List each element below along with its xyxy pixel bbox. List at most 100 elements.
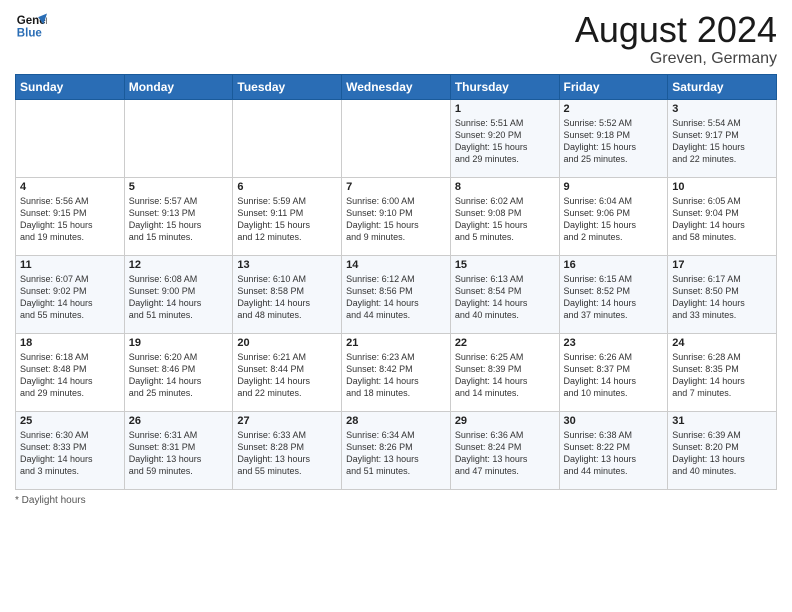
svg-text:Blue: Blue <box>17 28 43 40</box>
day-cell: 16 Sunrise: 6:15 AM Sunset: 8:52 PM Dayli… <box>559 255 668 333</box>
day-info: Sunrise: 5:59 AM Sunset: 9:11 PM Dayligh… <box>237 195 337 244</box>
title-block: August 2024 Greven, Germany <box>575 10 777 68</box>
day-info: Sunrise: 6:38 AM Sunset: 8:22 PM Dayligh… <box>564 429 664 478</box>
day-cell: 9 Sunrise: 6:04 AM Sunset: 9:06 PM Daylig… <box>559 177 668 255</box>
day-cell: 28 Sunrise: 6:34 AM Sunset: 8:26 PM Dayli… <box>342 411 451 489</box>
day-cell: 15Sunrise: 6:13 AM Sunset: 8:54 PM Dayli… <box>450 255 559 333</box>
day-cell: 18 Sunrise: 6:18 AM Sunset: 8:48 PM Dayli… <box>16 333 125 411</box>
day-number: 13 <box>237 259 337 271</box>
day-cell: 7Sunrise: 6:00 AM Sunset: 9:10 PM Daylig… <box>342 177 451 255</box>
week-row-2: 4 Sunrise: 5:56 AM Sunset: 9:15 PM Daylig… <box>16 177 777 255</box>
day-number: 17 <box>672 259 772 271</box>
day-cell <box>233 99 342 177</box>
day-info: Sunrise: 5:54 AM Sunset: 9:17 PM Dayligh… <box>672 117 772 166</box>
day-cell: 12 Sunrise: 6:08 AM Sunset: 9:00 PM Dayli… <box>124 255 233 333</box>
day-info: Sunrise: 6:33 AM Sunset: 8:28 PM Dayligh… <box>237 429 337 478</box>
week-row-1: 1Sunrise: 5:51 AM Sunset: 9:20 PM Daylig… <box>16 99 777 177</box>
day-number: 18 <box>20 337 120 349</box>
header-cell-tuesday: Tuesday <box>233 74 342 99</box>
day-cell: 24Sunrise: 6:28 AM Sunset: 8:35 PM Dayli… <box>668 333 777 411</box>
day-cell: 21Sunrise: 6:23 AM Sunset: 8:42 PM Dayli… <box>342 333 451 411</box>
day-info: Sunrise: 6:21 AM Sunset: 8:44 PM Dayligh… <box>237 351 337 400</box>
day-number: 5 <box>129 181 229 193</box>
week-row-4: 18 Sunrise: 6:18 AM Sunset: 8:48 PM Dayli… <box>16 333 777 411</box>
day-info: Sunrise: 6:00 AM Sunset: 9:10 PM Dayligh… <box>346 195 446 244</box>
day-info: Sunrise: 6:02 AM Sunset: 9:08 PM Dayligh… <box>455 195 555 244</box>
day-number: 20 <box>237 337 337 349</box>
day-number: 15 <box>455 259 555 271</box>
day-cell: 27 Sunrise: 6:33 AM Sunset: 8:28 PM Dayli… <box>233 411 342 489</box>
week-row-3: 11 Sunrise: 6:07 AM Sunset: 9:02 PM Dayli… <box>16 255 777 333</box>
day-number: 26 <box>129 415 229 427</box>
day-info: Sunrise: 6:34 AM Sunset: 8:26 PM Dayligh… <box>346 429 446 478</box>
day-cell: 30 Sunrise: 6:38 AM Sunset: 8:22 PM Dayli… <box>559 411 668 489</box>
header: General Blue August 2024 Greven, Germany <box>15 10 777 68</box>
day-info: Sunrise: 6:10 AM Sunset: 8:58 PM Dayligh… <box>237 273 337 322</box>
day-number: 2 <box>564 103 664 115</box>
week-row-5: 25Sunrise: 6:30 AM Sunset: 8:33 PM Dayli… <box>16 411 777 489</box>
day-cell: 26 Sunrise: 6:31 AM Sunset: 8:31 PM Dayli… <box>124 411 233 489</box>
day-cell: 22 Sunrise: 6:25 AM Sunset: 8:39 PM Dayli… <box>450 333 559 411</box>
day-cell: 10Sunrise: 6:05 AM Sunset: 9:04 PM Dayli… <box>668 177 777 255</box>
day-cell: 1Sunrise: 5:51 AM Sunset: 9:20 PM Daylig… <box>450 99 559 177</box>
day-cell: 8 Sunrise: 6:02 AM Sunset: 9:08 PM Daylig… <box>450 177 559 255</box>
page: General Blue August 2024 Greven, Germany… <box>0 0 792 612</box>
day-number: 12 <box>129 259 229 271</box>
day-number: 22 <box>455 337 555 349</box>
day-info: Sunrise: 6:18 AM Sunset: 8:48 PM Dayligh… <box>20 351 120 400</box>
day-info: Sunrise: 6:31 AM Sunset: 8:31 PM Dayligh… <box>129 429 229 478</box>
day-info: Sunrise: 6:04 AM Sunset: 9:06 PM Dayligh… <box>564 195 664 244</box>
day-info: Sunrise: 5:51 AM Sunset: 9:20 PM Dayligh… <box>455 117 555 166</box>
day-info: Sunrise: 5:56 AM Sunset: 9:15 PM Dayligh… <box>20 195 120 244</box>
day-cell: 3 Sunrise: 5:54 AM Sunset: 9:17 PM Daylig… <box>668 99 777 177</box>
day-number: 25 <box>20 415 120 427</box>
day-cell: 6Sunrise: 5:59 AM Sunset: 9:11 PM Daylig… <box>233 177 342 255</box>
day-number: 19 <box>129 337 229 349</box>
day-number: 27 <box>237 415 337 427</box>
day-number: 4 <box>20 181 120 193</box>
month-title: August 2024 <box>575 10 777 50</box>
day-cell: 29 Sunrise: 6:36 AM Sunset: 8:24 PM Dayli… <box>450 411 559 489</box>
header-cell-thursday: Thursday <box>450 74 559 99</box>
day-info: Sunrise: 6:12 AM Sunset: 8:56 PM Dayligh… <box>346 273 446 322</box>
logo-icon: General Blue <box>15 10 47 42</box>
day-number: 30 <box>564 415 664 427</box>
footer-note-text: Daylight hours <box>22 495 86 506</box>
day-info: Sunrise: 6:15 AM Sunset: 8:52 PM Dayligh… <box>564 273 664 322</box>
day-info: Sunrise: 5:52 AM Sunset: 9:18 PM Dayligh… <box>564 117 664 166</box>
day-cell <box>342 99 451 177</box>
header-cell-sunday: Sunday <box>16 74 125 99</box>
day-cell: 20 Sunrise: 6:21 AM Sunset: 8:44 PM Dayli… <box>233 333 342 411</box>
day-cell: 14 Sunrise: 6:12 AM Sunset: 8:56 PM Dayli… <box>342 255 451 333</box>
day-number: 8 <box>455 181 555 193</box>
day-number: 9 <box>564 181 664 193</box>
day-cell: 31 Sunrise: 6:39 AM Sunset: 8:20 PM Dayli… <box>668 411 777 489</box>
day-number: 3 <box>672 103 772 115</box>
day-number: 14 <box>346 259 446 271</box>
day-info: Sunrise: 6:23 AM Sunset: 8:42 PM Dayligh… <box>346 351 446 400</box>
day-cell: 2 Sunrise: 5:52 AM Sunset: 9:18 PM Daylig… <box>559 99 668 177</box>
day-cell: 13 Sunrise: 6:10 AM Sunset: 8:58 PM Dayli… <box>233 255 342 333</box>
day-cell: 25Sunrise: 6:30 AM Sunset: 8:33 PM Dayli… <box>16 411 125 489</box>
day-info: Sunrise: 6:39 AM Sunset: 8:20 PM Dayligh… <box>672 429 772 478</box>
day-cell: 4 Sunrise: 5:56 AM Sunset: 9:15 PM Daylig… <box>16 177 125 255</box>
day-number: 11 <box>20 259 120 271</box>
day-cell <box>124 99 233 177</box>
header-row: SundayMondayTuesdayWednesdayThursdayFrid… <box>16 74 777 99</box>
day-info: Sunrise: 6:36 AM Sunset: 8:24 PM Dayligh… <box>455 429 555 478</box>
location: Greven, Germany <box>575 50 777 68</box>
day-info: Sunrise: 6:28 AM Sunset: 8:35 PM Dayligh… <box>672 351 772 400</box>
day-info: Sunrise: 6:08 AM Sunset: 9:00 PM Dayligh… <box>129 273 229 322</box>
day-number: 28 <box>346 415 446 427</box>
day-number: 29 <box>455 415 555 427</box>
header-cell-saturday: Saturday <box>668 74 777 99</box>
day-info: Sunrise: 6:17 AM Sunset: 8:50 PM Dayligh… <box>672 273 772 322</box>
header-cell-wednesday: Wednesday <box>342 74 451 99</box>
day-info: Sunrise: 6:20 AM Sunset: 8:46 PM Dayligh… <box>129 351 229 400</box>
day-number: 23 <box>564 337 664 349</box>
day-number: 16 <box>564 259 664 271</box>
day-info: Sunrise: 6:25 AM Sunset: 8:39 PM Dayligh… <box>455 351 555 400</box>
day-cell <box>16 99 125 177</box>
day-info: Sunrise: 6:07 AM Sunset: 9:02 PM Dayligh… <box>20 273 120 322</box>
day-number: 31 <box>672 415 772 427</box>
